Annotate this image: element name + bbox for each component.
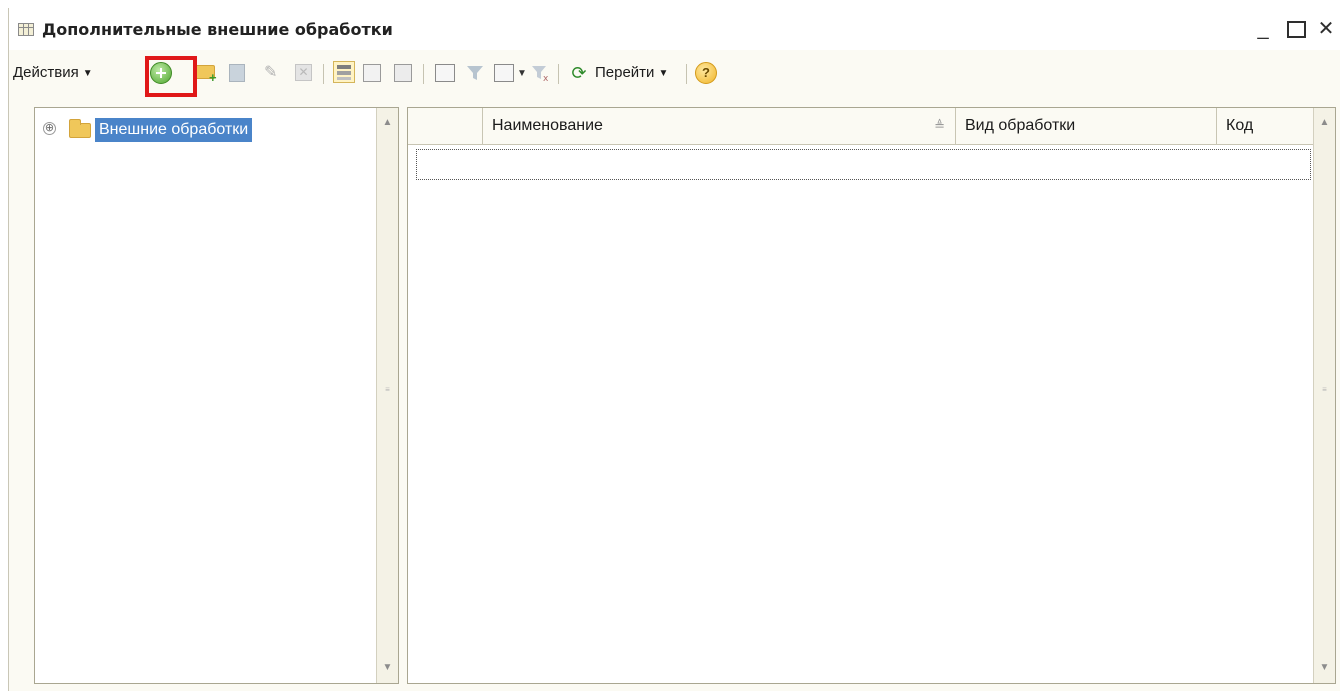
minimize-button[interactable]: _	[1252, 18, 1274, 40]
edit-icon[interactable]: ✎	[264, 64, 282, 82]
groups-tree[interactable]: ⊕ Внешние обработки ▲ ≡ ▼	[34, 107, 399, 684]
add-folder-icon[interactable]: +	[195, 65, 217, 84]
scroll-up-icon[interactable]: ▲	[377, 112, 398, 134]
title-bar: Дополнительные внешние обработки _ ✕	[9, 8, 1340, 50]
list-form-icon	[18, 23, 34, 36]
tree-view-line-2	[337, 71, 351, 75]
delete-icon[interactable]: ✕	[295, 64, 312, 81]
table-scrollbar[interactable]: ▲ ≡ ▼	[1313, 108, 1335, 683]
actions-menu[interactable]: Действия ▼	[13, 64, 93, 88]
column-header-name[interactable]: Наименование ≜	[483, 108, 956, 144]
toolbar: Действия ▼ + ✎ ✕ ▼ x ⟳ Перейти ▼ ?	[9, 52, 1340, 92]
column-header-type[interactable]: Вид обработки	[956, 108, 1217, 144]
tree-view-line-3	[337, 77, 351, 80]
chevron-down-icon: ▼	[658, 68, 669, 79]
scroll-thumb-icon[interactable]: ≡	[377, 385, 398, 394]
maximize-icon	[1286, 21, 1306, 38]
toolbar-separator	[323, 64, 324, 84]
processings-table[interactable]: Наименование ≜ Вид обработки Код ▲ ≡ ▼	[407, 107, 1336, 684]
toolbar-separator	[423, 64, 424, 84]
toolbar-separator	[686, 64, 687, 84]
add-folder-plus-icon: +	[209, 70, 217, 85]
tree-view-line-1	[337, 65, 351, 69]
goto-menu-label: Перейти	[595, 64, 655, 81]
scroll-down-icon[interactable]: ▼	[1314, 657, 1335, 679]
funnel-clear-icon: x	[532, 66, 549, 84]
column-header-icon[interactable]	[408, 108, 483, 144]
close-button[interactable]: ✕	[1315, 18, 1337, 40]
column-header-code[interactable]: Код	[1217, 108, 1315, 144]
move-to-group-icon[interactable]	[394, 64, 412, 82]
table-header: Наименование ≜ Вид обработки Код	[408, 108, 1313, 145]
help-icon[interactable]: ?	[695, 62, 717, 84]
processing-list-window: Дополнительные внешние обработки _ ✕ Дей…	[8, 8, 1340, 691]
clear-filter-icon[interactable]: x	[531, 64, 551, 84]
filter-history-icon[interactable]	[494, 64, 514, 82]
chevron-down-icon: ▼	[82, 68, 93, 79]
refresh-icon[interactable]: ⟳	[569, 63, 589, 83]
copy-icon[interactable]	[229, 64, 245, 82]
scroll-down-icon[interactable]: ▼	[377, 657, 398, 679]
svg-text:x: x	[543, 74, 549, 82]
folder-icon	[69, 119, 91, 138]
column-name-label: Наименование	[492, 117, 603, 134]
actions-menu-label: Действия	[13, 64, 79, 81]
chevron-down-icon[interactable]: ▼	[517, 68, 527, 79]
filter-by-value-icon[interactable]	[466, 64, 484, 82]
window-title: Дополнительные внешние обработки	[42, 20, 393, 39]
set-filter-icon[interactable]	[435, 64, 455, 82]
goto-menu[interactable]: Перейти ▼	[595, 64, 668, 88]
add-button-highlight	[145, 56, 197, 97]
maximize-button[interactable]	[1285, 18, 1307, 40]
funnel-icon	[467, 66, 483, 80]
toolbar-separator	[558, 64, 559, 84]
tree-view-icon[interactable]	[333, 61, 355, 83]
table-row-empty[interactable]	[416, 149, 1311, 180]
scroll-thumb-icon[interactable]: ≡	[1314, 385, 1335, 394]
expand-icon[interactable]: ⊕	[43, 122, 56, 135]
tree-item-label: Внешние обработки	[95, 118, 253, 142]
hierarchy-select-icon[interactable]	[363, 64, 381, 82]
scroll-up-icon[interactable]: ▲	[1314, 112, 1335, 134]
tree-scrollbar[interactable]: ▲ ≡ ▼	[376, 108, 398, 683]
sort-ascending-icon: ≜	[934, 118, 945, 133]
